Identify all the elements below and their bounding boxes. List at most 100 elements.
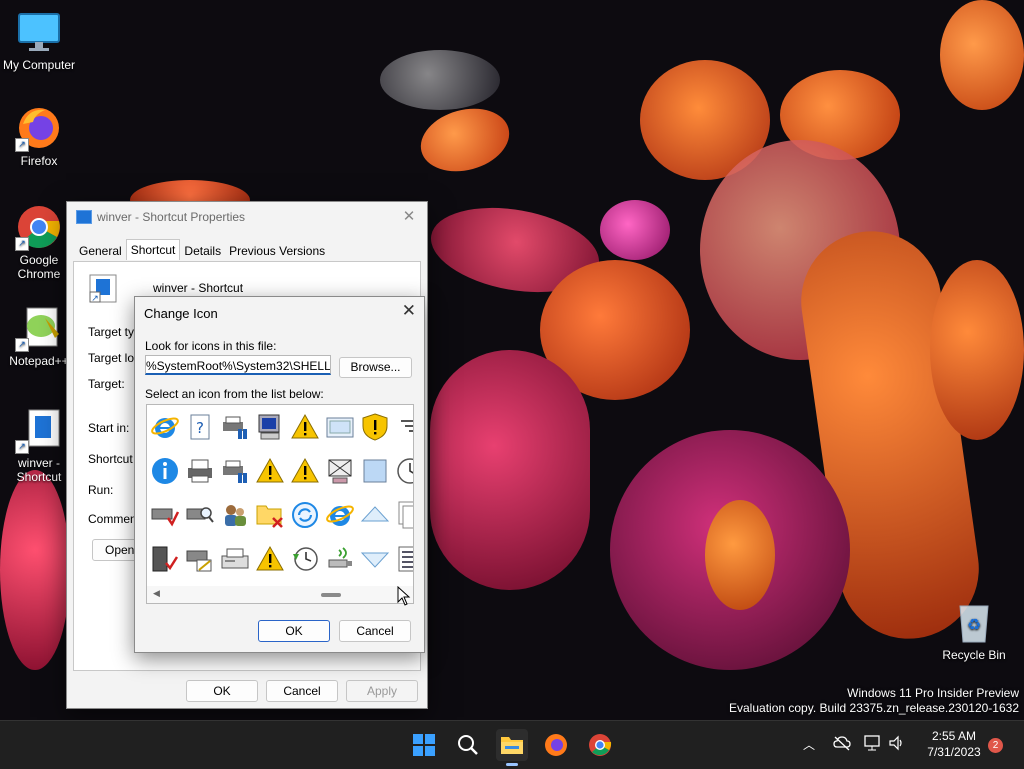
shortcut-arrow-icon: ↗ bbox=[15, 138, 29, 152]
notification-badge[interactable]: 2 bbox=[988, 738, 1003, 753]
chevron-up-icon[interactable]: ︿ bbox=[803, 736, 815, 753]
shortcut-arrow-icon: ↗ bbox=[15, 440, 29, 454]
folder-x-icon[interactable] bbox=[253, 495, 287, 535]
cancel-button[interactable]: Cancel bbox=[266, 680, 338, 702]
tab-general[interactable]: General bbox=[75, 241, 126, 261]
shortcut-name: winver - Shortcut bbox=[153, 281, 244, 295]
icon-list[interactable]: ? ◀ ▶ bbox=[146, 404, 414, 604]
tab-shortcut[interactable]: Shortcut bbox=[125, 239, 181, 260]
shortcut-arrow-icon: ↗ bbox=[15, 237, 29, 251]
scrollbar-thumb[interactable] bbox=[321, 593, 341, 597]
network-icon[interactable] bbox=[864, 735, 882, 754]
shield-warning-icon[interactable] bbox=[358, 407, 392, 447]
refresh-icon[interactable] bbox=[288, 495, 322, 535]
horizontal-scrollbar[interactable]: ◀ ▶ bbox=[147, 586, 413, 603]
usb-icon[interactable] bbox=[323, 539, 357, 579]
warning-icon[interactable] bbox=[253, 539, 287, 579]
winver-icon: ↗ bbox=[15, 406, 63, 454]
browse-button[interactable]: Browse... bbox=[339, 357, 412, 378]
desktop-icon-label: My Computer bbox=[2, 58, 76, 72]
icon-file-path-value: %SystemRoot%\System32\SHELL32.dll bbox=[146, 359, 331, 373]
window-app-icon bbox=[76, 210, 92, 224]
recycle-bin-icon: ♻ bbox=[950, 598, 998, 646]
svg-text:?: ? bbox=[196, 419, 204, 437]
close-icon[interactable]: ✕ bbox=[399, 202, 419, 232]
clock-icon[interactable] bbox=[393, 451, 413, 491]
file-explorer-icon[interactable] bbox=[496, 729, 528, 766]
network-folder-icon[interactable] bbox=[323, 451, 357, 491]
close-icon[interactable]: ✕ bbox=[402, 301, 416, 321]
desktop-icon-label: Recycle Bin bbox=[942, 648, 1006, 662]
drive-check-icon[interactable] bbox=[148, 495, 182, 535]
firefox-icon[interactable] bbox=[540, 729, 572, 761]
tab-strip: General Shortcut Details Previous Versions bbox=[75, 239, 329, 262]
start-icon[interactable] bbox=[408, 729, 440, 761]
pages-icon[interactable] bbox=[393, 495, 413, 535]
search-icon[interactable] bbox=[452, 729, 484, 761]
ie-icon[interactable] bbox=[148, 407, 182, 447]
warning-icon[interactable] bbox=[253, 451, 287, 491]
svg-text:♻: ♻ bbox=[967, 615, 981, 634]
window-title: winver - Shortcut Properties bbox=[97, 210, 246, 224]
desktop-icon-recycle-bin[interactable]: ♻ Recycle Bin bbox=[936, 598, 1012, 662]
triangle-up-icon[interactable] bbox=[358, 495, 392, 535]
dialog-ok-button[interactable]: OK bbox=[258, 620, 330, 642]
active-indicator bbox=[506, 763, 518, 766]
chrome-icon[interactable] bbox=[584, 729, 616, 761]
svg-text:↗: ↗ bbox=[91, 294, 99, 304]
cloud-offline-icon[interactable] bbox=[833, 735, 851, 754]
chrome-icon: ↗ bbox=[15, 203, 63, 251]
printer-network-icon[interactable] bbox=[218, 407, 252, 447]
computer-icon[interactable] bbox=[253, 407, 287, 447]
label-run: Run: bbox=[88, 483, 114, 497]
ok-button[interactable]: OK bbox=[186, 680, 258, 702]
desktop-icon-firefox[interactable]: ↗ Firefox bbox=[1, 104, 77, 168]
warning-icon[interactable] bbox=[288, 451, 322, 491]
triangle-down-icon[interactable] bbox=[358, 539, 392, 579]
shortcut-arrow-icon: ↗ bbox=[15, 338, 29, 352]
tab-previous-versions[interactable]: Previous Versions bbox=[225, 241, 329, 261]
window-icon[interactable] bbox=[323, 407, 357, 447]
info-icon[interactable] bbox=[148, 451, 182, 491]
desktop-icon-label: Google Chrome bbox=[17, 253, 61, 281]
document-list-icon[interactable] bbox=[393, 539, 413, 579]
warning-icon[interactable] bbox=[288, 407, 322, 447]
label-start-in: Start in: bbox=[88, 421, 130, 435]
list-icon[interactable] bbox=[393, 407, 413, 447]
watermark-line-1: Windows 11 Pro Insider Preview bbox=[847, 686, 1019, 700]
look-for-icons-label: Look for icons in this file: bbox=[145, 339, 277, 353]
clock-restore-icon[interactable] bbox=[288, 539, 322, 579]
volume-icon[interactable] bbox=[888, 735, 906, 754]
tab-details[interactable]: Details bbox=[180, 241, 225, 261]
desktop-icon-label: Firefox bbox=[20, 154, 58, 168]
server-icon[interactable] bbox=[148, 539, 182, 579]
desktop-icon-label: winver - Shortcut bbox=[16, 456, 62, 484]
square-icon[interactable] bbox=[358, 451, 392, 491]
window-title-bar[interactable]: winver - Shortcut Properties ✕ bbox=[67, 202, 427, 232]
firefox-icon: ↗ bbox=[15, 104, 63, 152]
desktop-icon-my-computer[interactable]: My Computer bbox=[1, 8, 77, 72]
printer-network-icon[interactable] bbox=[218, 451, 252, 491]
apply-button[interactable]: Apply bbox=[346, 680, 418, 702]
dialog-title: Change Icon bbox=[144, 306, 218, 321]
change-icon-dialog: Change Icon ✕ Look for icons in this fil… bbox=[134, 296, 425, 653]
clock-date[interactable]: 7/31/2023 bbox=[918, 745, 990, 759]
watermark-line-2: Evaluation copy. Build 23375.zn_release.… bbox=[729, 701, 1019, 715]
shortcut-file-icon: ↗ bbox=[86, 274, 118, 304]
scroll-left-icon[interactable]: ◀ bbox=[153, 588, 160, 599]
select-icon-label: Select an icon from the list below: bbox=[145, 387, 324, 401]
ie-icon[interactable] bbox=[323, 495, 357, 535]
icon-file-path-input[interactable]: %SystemRoot%\System32\SHELL32.dll bbox=[145, 355, 331, 375]
drive-search-icon[interactable] bbox=[183, 495, 217, 535]
drive-edit-icon[interactable] bbox=[183, 539, 217, 579]
printer-icon[interactable] bbox=[183, 451, 217, 491]
clock-time[interactable]: 2:55 AM bbox=[918, 729, 990, 743]
dialog-cancel-button[interactable]: Cancel bbox=[339, 620, 411, 642]
notepadpp-icon: ↗ bbox=[15, 304, 63, 352]
taskbar: ︿ 2:55 AM 7/31/2023 2 bbox=[0, 720, 1024, 769]
help-doc-icon[interactable]: ? bbox=[183, 407, 217, 447]
fax-icon[interactable] bbox=[218, 539, 252, 579]
monitor-icon bbox=[15, 8, 63, 56]
mouse-cursor-icon bbox=[397, 585, 411, 609]
users-icon[interactable] bbox=[218, 495, 252, 535]
